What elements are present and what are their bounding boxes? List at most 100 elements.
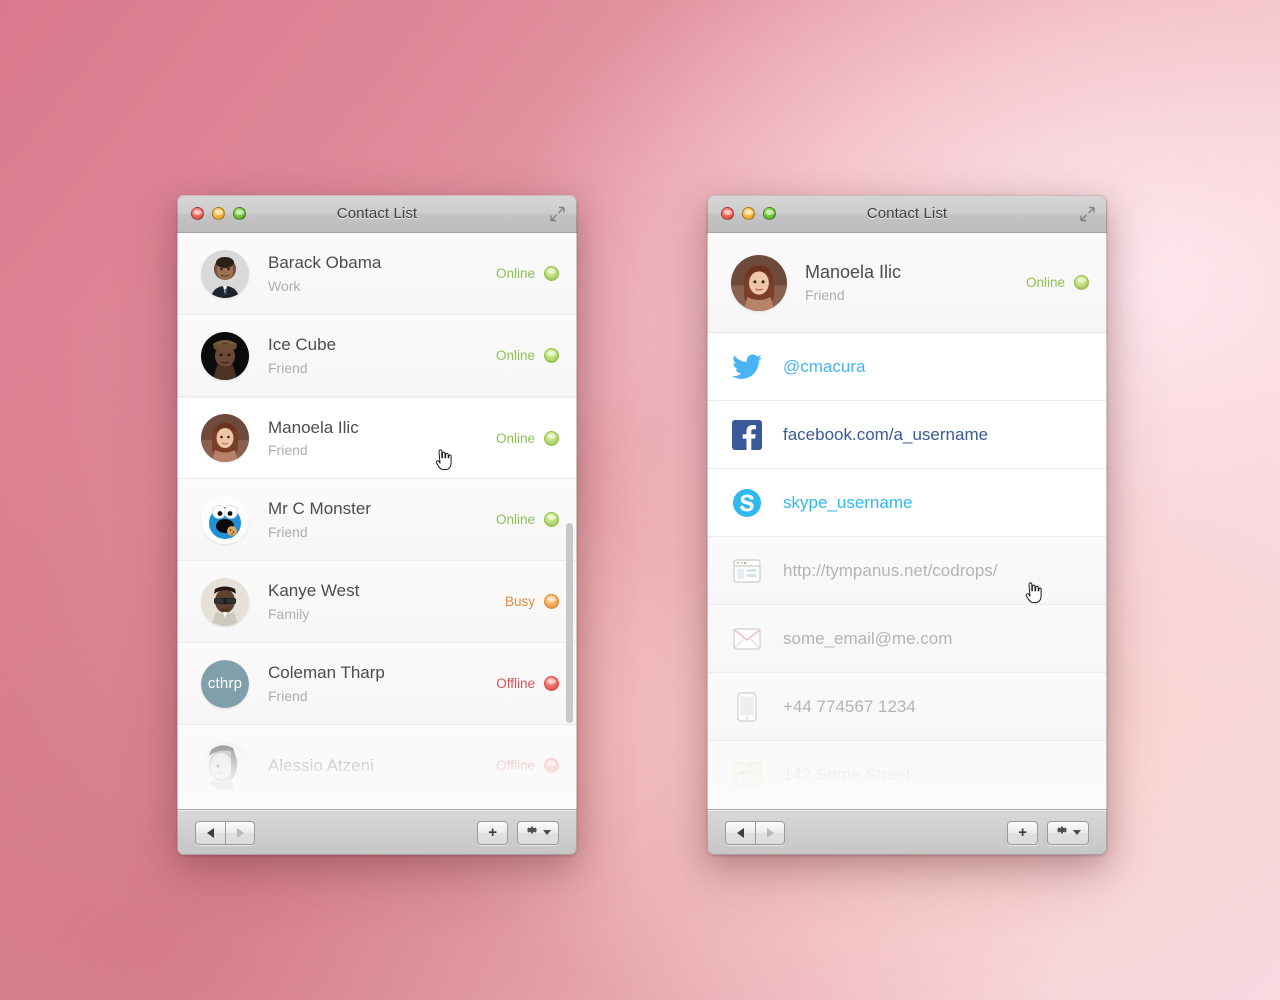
resize-handle-icon[interactable] <box>1080 206 1095 221</box>
close-button[interactable] <box>721 207 734 220</box>
detail-value[interactable]: 142 Some Street <box>783 765 911 785</box>
detail-row[interactable]: http://tympanus.net/codrops/ <box>707 537 1107 605</box>
contact-row[interactable]: Manoela Ilic Friend Online <box>177 397 577 479</box>
detail-value[interactable]: @cmacura <box>783 357 865 377</box>
gear-icon <box>525 823 539 842</box>
status-badge: Online <box>1026 275 1089 290</box>
navigation-button-group <box>195 820 255 845</box>
contact-row[interactable]: Alessio Atzeni Offline <box>177 725 577 807</box>
status-dot <box>544 594 559 609</box>
forward-arrow-icon <box>236 827 244 838</box>
navigation-button-group <box>725 820 785 845</box>
contact-detail-window[interactable]: Contact List Manoela Ilic Friend Online @cm… <box>707 195 1107 855</box>
avatar <box>201 331 249 380</box>
contact-name: Barack Obama <box>268 253 382 273</box>
detail-row[interactable]: skype_username <box>707 469 1107 537</box>
avatar-initials: cthrp <box>201 659 249 708</box>
plus-icon: + <box>1018 824 1027 841</box>
traffic-lights-left <box>177 207 246 220</box>
detail-value[interactable]: skype_username <box>783 493 912 513</box>
plus-icon: + <box>488 824 497 841</box>
contact-list-scroll-region[interactable]: Barack Obama Work Online Ice Cube Friend Onli… <box>177 233 577 809</box>
contact-row[interactable]: Kanye West Family Busy <box>177 561 577 643</box>
contact-row[interactable]: Mr C Monster Friend Online <box>177 479 577 561</box>
contact-group: Friend <box>268 523 308 540</box>
contact-name: Kanye West <box>268 581 360 601</box>
add-contact-button[interactable]: + <box>1007 820 1038 845</box>
contact-row[interactable]: cthrp Coleman Tharp Friend Offline <box>177 643 577 725</box>
status-label: Busy <box>504 594 535 609</box>
map-icon <box>731 759 763 791</box>
status-dot <box>1074 275 1089 290</box>
avatar <box>201 495 249 544</box>
back-button[interactable] <box>725 820 755 845</box>
status-badge: Online <box>496 348 559 363</box>
add-contact-button[interactable]: + <box>477 820 508 845</box>
phone-icon <box>731 691 763 723</box>
detail-value[interactable]: facebook.com/a_username <box>783 425 988 445</box>
status-badge: Offline <box>496 676 559 691</box>
status-badge: Offline <box>496 758 559 773</box>
contact-group: Friend <box>268 687 308 704</box>
avatar <box>201 741 249 790</box>
contact-row[interactable]: Barack Obama Work Online <box>177 233 577 315</box>
back-arrow-icon <box>207 827 214 838</box>
detail-row[interactable]: @cmacura <box>707 333 1107 401</box>
settings-button[interactable] <box>1047 820 1089 845</box>
detail-row[interactable]: some_email@me.com <box>707 605 1107 673</box>
contact-group: Friend <box>805 287 845 304</box>
forward-arrow-icon <box>766 827 774 838</box>
contact-group: Work <box>268 277 301 294</box>
window-footer-left: + <box>177 809 577 855</box>
minimize-button[interactable] <box>212 207 225 220</box>
forward-button[interactable] <box>755 820 785 845</box>
detail-value[interactable]: http://tympanus.net/codrops/ <box>783 561 998 581</box>
contact-text: Manoela Ilic Friend <box>268 417 496 459</box>
avatar: cthrp <box>201 659 249 708</box>
vertical-scrollbar[interactable] <box>566 523 573 723</box>
contact-text: Ice Cube Friend <box>268 334 496 376</box>
contact-group: Friend <box>268 442 308 459</box>
avatar <box>201 414 249 462</box>
status-label: Online <box>495 348 535 363</box>
window-titlebar-right[interactable]: Contact List <box>707 195 1107 233</box>
contact-list-window[interactable]: Contact List Barack Obama Work Online Ice C… <box>177 195 577 855</box>
contact-group: Friend <box>268 359 308 376</box>
detail-row[interactable]: facebook.com/a_username <box>707 401 1107 469</box>
email-icon <box>731 623 763 655</box>
status-label: Online <box>495 512 535 527</box>
settings-button[interactable] <box>517 820 559 845</box>
zoom-button[interactable] <box>763 207 776 220</box>
avatar <box>201 249 249 298</box>
back-button[interactable] <box>195 820 225 845</box>
twitter-icon <box>731 351 763 383</box>
detail-row[interactable]: 142 Some Street <box>707 741 1107 809</box>
zoom-button[interactable] <box>233 207 246 220</box>
contact-text: Kanye West Family <box>268 580 505 622</box>
status-badge: Online <box>496 512 559 527</box>
contact-detail-scroll-region[interactable]: Manoela Ilic Friend Online @cmacura facebook… <box>707 233 1107 809</box>
gear-icon <box>1055 823 1069 842</box>
status-badge: Online <box>496 266 559 281</box>
resize-handle-icon[interactable] <box>550 206 565 221</box>
forward-button[interactable] <box>225 820 255 845</box>
status-dot <box>544 676 559 691</box>
contact-text: Manoela Ilic Friend <box>805 261 1026 304</box>
avatar <box>731 254 787 311</box>
contact-row[interactable]: Ice Cube Friend Online <box>177 315 577 397</box>
scrollbar-thumb[interactable] <box>566 523 573 723</box>
close-button[interactable] <box>191 207 204 220</box>
detail-value[interactable]: +44 774567 1234 <box>783 697 916 717</box>
contact-detail-header[interactable]: Manoela Ilic Friend Online <box>707 233 1107 333</box>
detail-value[interactable]: some_email@me.com <box>783 629 952 649</box>
window-titlebar-left[interactable]: Contact List <box>177 195 577 233</box>
status-label: Offline <box>496 758 535 773</box>
status-badge: Online <box>495 430 559 446</box>
contact-name: Manoela Ilic <box>805 261 902 282</box>
detail-row[interactable]: +44 774567 1234 <box>707 673 1107 741</box>
minimize-button[interactable] <box>742 207 755 220</box>
action-button-group: + <box>477 820 559 845</box>
facebook-icon <box>731 419 763 451</box>
status-label: Online <box>495 430 535 446</box>
contact-text: Alessio Atzeni <box>268 755 496 776</box>
